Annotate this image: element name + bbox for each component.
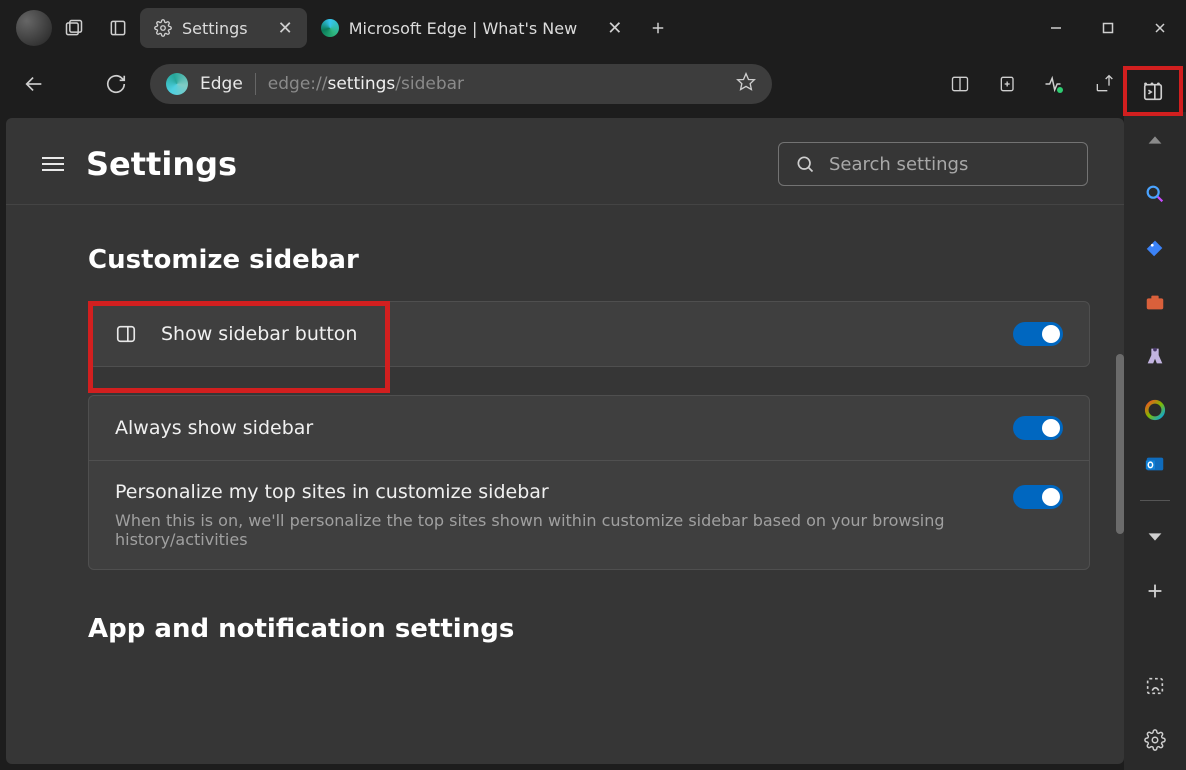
setting-description: When this is on, we'll personalize the t… [115, 511, 989, 549]
menu-button[interactable] [42, 157, 64, 171]
collections-icon[interactable] [986, 62, 1030, 106]
sidebar-shopping-icon[interactable] [1137, 230, 1173, 266]
edge-logo-icon [166, 73, 188, 95]
close-tab-icon[interactable]: ✕ [607, 18, 622, 39]
address-bar[interactable]: Edge edge://settings/sidebar [150, 64, 772, 104]
sidebar-icon [115, 323, 137, 345]
highlight-box [1123, 66, 1183, 116]
search-settings-input[interactable]: Search settings [778, 142, 1088, 186]
sidebar-settings-icon[interactable] [1137, 722, 1173, 758]
tab-actions-icon[interactable] [96, 6, 140, 50]
gear-icon [154, 19, 172, 37]
share-icon[interactable] [1082, 62, 1126, 106]
browser-toolbar: Edge edge://settings/sidebar [0, 56, 1186, 112]
setting-label: Always show sidebar [115, 417, 989, 439]
sidebar-screenshot-icon[interactable] [1137, 668, 1173, 704]
back-button[interactable] [12, 62, 56, 106]
toggle-show-sidebar-button[interactable] [1013, 322, 1063, 346]
edge-icon [321, 19, 339, 37]
split-screen-icon[interactable] [938, 62, 982, 106]
close-window-button[interactable] [1134, 8, 1186, 48]
tab-settings[interactable]: Settings ✕ [140, 8, 307, 48]
page-title: Settings [86, 145, 237, 183]
sidebar-scroll-up-icon[interactable] [1137, 122, 1173, 158]
card-show-sidebar-button: Show sidebar button [88, 301, 1090, 367]
setting-label: Personalize my top sites in customize si… [115, 481, 989, 503]
tab-title: Microsoft Edge | What's New [349, 19, 577, 38]
toggle-personalize-top-sites[interactable] [1013, 485, 1063, 509]
tab-title: Settings [182, 19, 248, 38]
sidebar-add-icon[interactable] [1137, 573, 1173, 609]
scrollbar-thumb[interactable] [1116, 354, 1124, 534]
new-tab-button[interactable] [636, 6, 680, 50]
sidebar-m365-icon[interactable] [1137, 392, 1173, 428]
maximize-button[interactable] [1082, 8, 1134, 48]
search-icon [795, 154, 815, 174]
divider [255, 73, 256, 95]
minimize-button[interactable] [1030, 8, 1082, 48]
edge-sidebar [1124, 112, 1186, 770]
profile-avatar[interactable] [16, 10, 52, 46]
sidebar-outlook-icon[interactable] [1137, 446, 1173, 482]
section-heading-customize: Customize sidebar [88, 245, 1096, 275]
workspaces-icon[interactable] [52, 6, 96, 50]
sidebar-search-icon[interactable] [1137, 176, 1173, 212]
settings-page: Settings Search settings Customize sideb… [6, 118, 1124, 764]
divider [1140, 500, 1170, 501]
titlebar: Settings ✕ Microsoft Edge | What's New ✕ [0, 0, 1186, 56]
performance-icon[interactable] [1034, 62, 1078, 106]
card-sidebar-options: Always show sidebar Personalize my top s… [88, 395, 1090, 570]
spacer [60, 62, 90, 106]
window-controls [1030, 8, 1186, 48]
sidebar-tools-icon[interactable] [1137, 284, 1173, 320]
close-tab-icon[interactable]: ✕ [278, 18, 293, 39]
setting-label: Show sidebar button [161, 323, 989, 345]
sidebar-games-icon[interactable] [1137, 338, 1173, 374]
favorite-icon[interactable] [736, 72, 756, 97]
addressbar-brand: Edge [200, 74, 243, 94]
toggle-always-show-sidebar[interactable] [1013, 416, 1063, 440]
tab-whats-new[interactable]: Microsoft Edge | What's New ✕ [307, 8, 637, 48]
address-url: edge://settings/sidebar [268, 74, 464, 94]
refresh-button[interactable] [94, 62, 138, 106]
search-placeholder: Search settings [829, 154, 968, 175]
sidebar-scroll-down-icon[interactable] [1137, 519, 1173, 555]
section-heading-apps: App and notification settings [88, 614, 1096, 644]
